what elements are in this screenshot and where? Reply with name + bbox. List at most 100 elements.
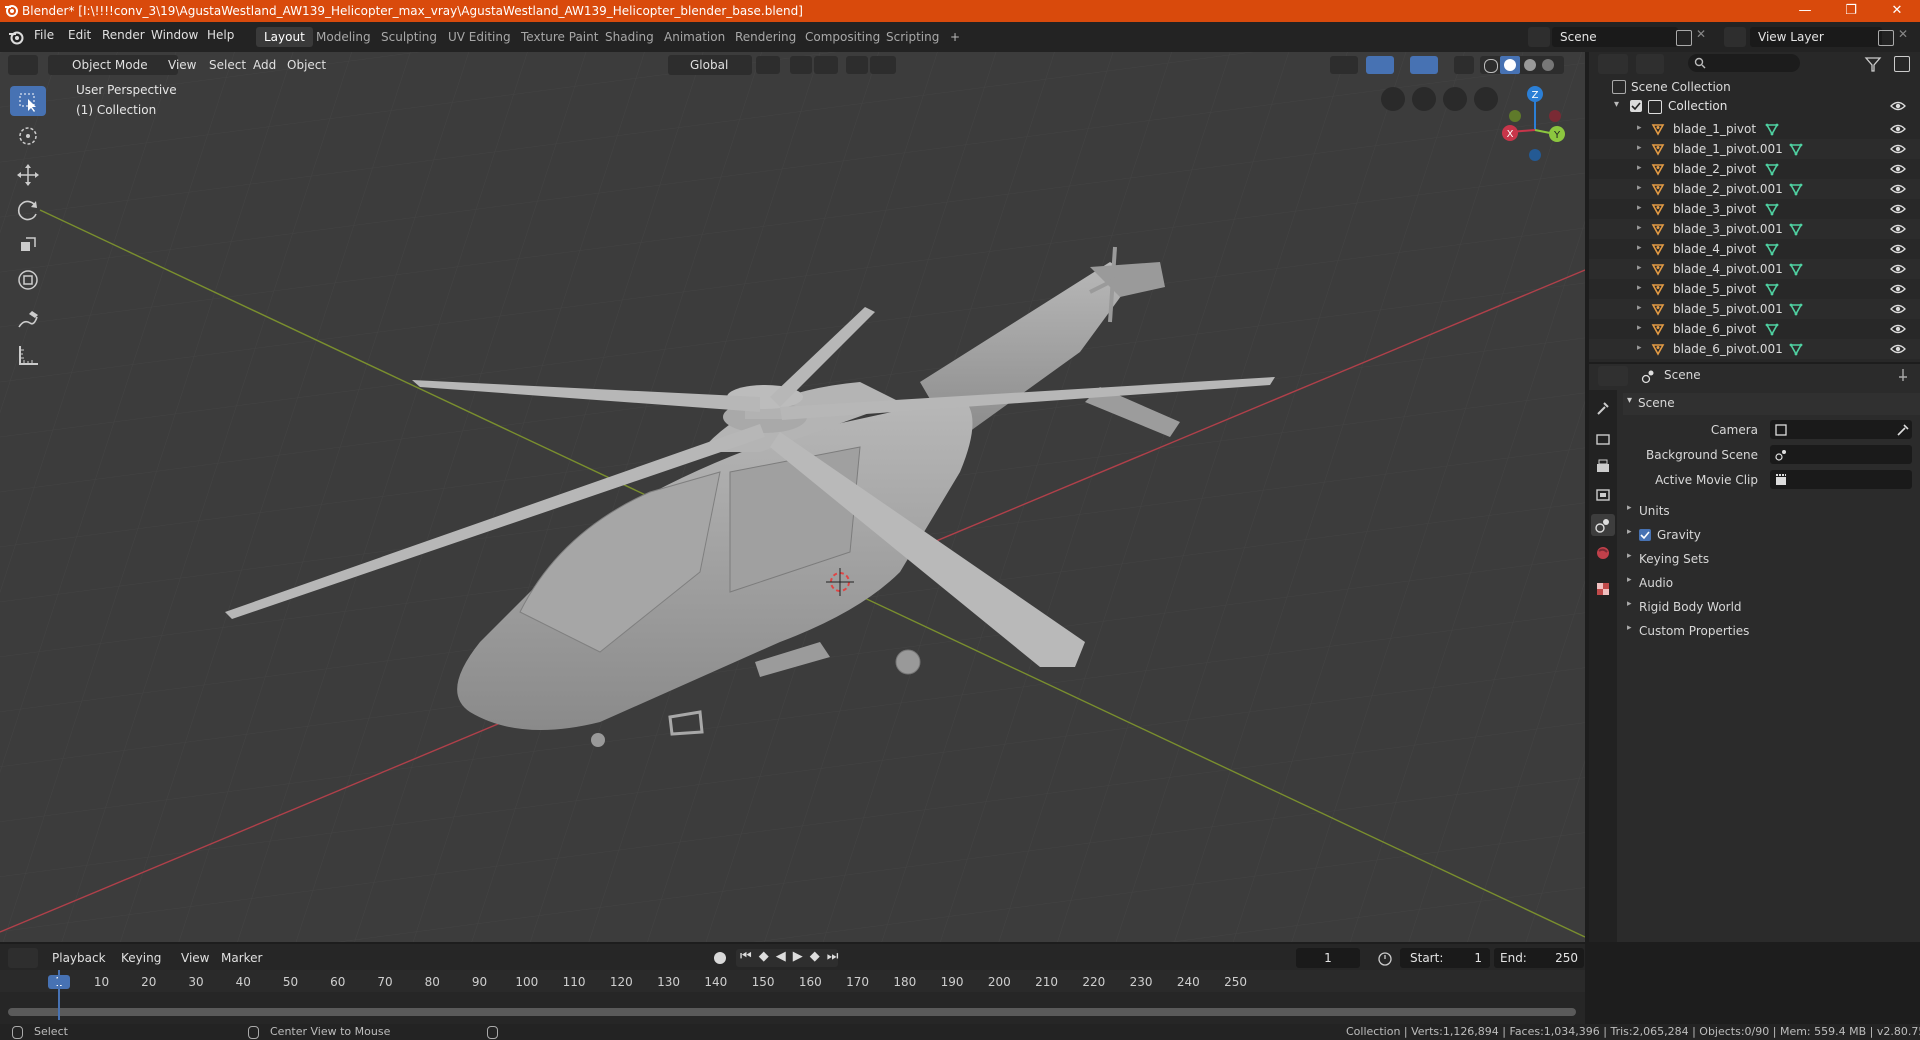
camera-view-icon[interactable] [1412, 87, 1436, 111]
tool-tab-icon[interactable] [1593, 400, 1613, 418]
proportional-editing-icon[interactable] [846, 56, 868, 74]
expand-arrow-icon[interactable]: ▸ [1637, 143, 1642, 153]
scene-selector[interactable]: Scene [1552, 27, 1678, 47]
expand-arrow-icon[interactable]: ▸ [1637, 243, 1642, 253]
timeline-track-area[interactable] [0, 992, 1585, 1008]
display-mode-icon[interactable] [1636, 54, 1664, 74]
object-mode-dropdown[interactable]: Object Mode [48, 55, 178, 75]
snap-target-icon[interactable] [814, 56, 838, 74]
scene-tab-icon[interactable] [1591, 514, 1615, 536]
filter-icon[interactable] [1862, 54, 1888, 74]
remove-scene-icon[interactable]: ✕ [1696, 27, 1706, 41]
jump-start-icon[interactable]: ⏮ [740, 949, 759, 964]
visibility-eye-icon[interactable] [1890, 183, 1906, 195]
property-section-header[interactable]: ▸ Rigid Body World [1623, 596, 1920, 618]
view-layer-browse-icon[interactable] [1724, 27, 1746, 47]
menu-file[interactable]: File [34, 28, 54, 42]
timeline-scrollbar[interactable] [8, 1008, 1576, 1016]
property-section-header[interactable]: ▸ Audio [1623, 572, 1920, 594]
zoom-icon[interactable] [1474, 87, 1498, 111]
play-icon[interactable]: ▶ [793, 949, 810, 964]
outliner-item[interactable]: ▸ blade_2_pivot.001 [1589, 179, 1920, 199]
visibility-eye-icon[interactable] [1890, 223, 1906, 235]
expand-arrow-icon[interactable]: ▸ [1637, 343, 1642, 353]
end-frame-field[interactable]: End: 250 [1494, 948, 1584, 968]
rendered-shading-icon[interactable] [1542, 59, 1554, 71]
menu-render[interactable]: Render [102, 28, 145, 42]
tab-compositing[interactable]: Compositing [797, 27, 888, 47]
outliner-item[interactable]: ▸ blade_1_pivot.001 [1589, 139, 1920, 159]
menu-window[interactable]: Window [151, 28, 198, 42]
expand-arrow-icon[interactable]: ▸ [1637, 183, 1642, 193]
visibility-eye-icon[interactable] [1890, 283, 1906, 295]
xray-toggle-icon[interactable] [1454, 56, 1474, 74]
view-layer-selector[interactable]: View Layer [1750, 27, 1882, 47]
expand-arrow-icon[interactable]: ▸ [1637, 303, 1642, 313]
property-section-header[interactable]: ▸ Gravity [1623, 524, 1920, 546]
world-tab-icon[interactable] [1593, 544, 1613, 562]
toggle-camera-ortho-icon[interactable] [1381, 87, 1405, 111]
tab-rendering[interactable]: Rendering [727, 27, 804, 47]
stopwatch-icon[interactable] [1377, 950, 1393, 966]
remove-view-layer-icon[interactable]: ✕ [1898, 27, 1908, 41]
eyedropper-icon[interactable] [1896, 423, 1910, 437]
pivot-point-icon[interactable] [756, 56, 780, 74]
outliner-item[interactable]: ▸ blade_4_pivot.001 [1589, 259, 1920, 279]
outliner-item[interactable]: ▸ blade_5_pivot [1589, 279, 1920, 299]
expand-arrow-icon[interactable]: ▸ [1637, 323, 1642, 333]
visibility-eye-icon[interactable] [1890, 203, 1906, 215]
measure-tool[interactable] [10, 340, 46, 370]
visibility-eye-icon[interactable] [1890, 163, 1906, 175]
outliner-item[interactable]: ▸ blade_6_pivot [1589, 319, 1920, 339]
viewport-canvas[interactable]: Z X Y [0, 52, 1585, 942]
gravity-checkbox[interactable] [1639, 529, 1651, 541]
outliner-search-input[interactable] [1688, 54, 1800, 72]
visibility-filter-icon[interactable] [1330, 56, 1358, 74]
menu-marker[interactable]: Marker [215, 948, 268, 968]
select-box-tool[interactable] [10, 86, 46, 116]
scale-tool[interactable] [10, 230, 46, 260]
outliner-item[interactable]: ▸ blade_3_pivot.001 [1589, 219, 1920, 239]
texture-tab-icon[interactable] [1593, 580, 1613, 598]
menu-playback[interactable]: Playback [46, 948, 112, 968]
3d-viewport[interactable]: Z X Y User Perspective (1) Collection [0, 52, 1585, 942]
add-workspace-button[interactable]: + [942, 27, 968, 47]
menu-timeline-view[interactable]: View [175, 948, 215, 968]
visibility-eye-icon[interactable] [1890, 323, 1906, 335]
active-movie-clip-field[interactable] [1770, 470, 1912, 489]
scene-collection-label[interactable]: Scene Collection [1631, 80, 1731, 94]
tab-sculpting[interactable]: Sculpting [373, 27, 445, 47]
overlay-toggle-icon[interactable] [1410, 56, 1438, 74]
snap-magnet-icon[interactable] [790, 56, 812, 74]
outliner-item[interactable]: ▸ blade_5_pivot.001 [1589, 299, 1920, 319]
expand-arrow-icon[interactable]: ▸ [1637, 123, 1642, 133]
menu-keying[interactable]: Keying [115, 948, 167, 968]
minimize-button[interactable]: — [1782, 0, 1828, 22]
camera-field[interactable] [1770, 420, 1912, 439]
transform-tool[interactable] [10, 265, 46, 295]
property-section-header[interactable]: ▸ Custom Properties [1623, 620, 1920, 642]
editor-type-icon[interactable] [8, 55, 38, 75]
pan-hand-icon[interactable] [1443, 87, 1467, 111]
move-tool[interactable] [10, 160, 46, 190]
menu-select[interactable]: Select [203, 55, 252, 75]
menu-object[interactable]: Object [281, 55, 332, 75]
visibility-eye-icon[interactable] [1890, 243, 1906, 255]
menu-view[interactable]: View [162, 55, 202, 75]
collection-label[interactable]: Collection [1668, 99, 1727, 113]
collection-expand-icon[interactable]: ▾ [1614, 99, 1619, 110]
new-view-layer-icon[interactable] [1878, 30, 1894, 46]
play-reverse-icon[interactable]: ◀ [776, 949, 793, 964]
expand-arrow-icon[interactable]: ▸ [1637, 223, 1642, 233]
menu-add[interactable]: Add [247, 55, 282, 75]
outliner-item[interactable]: ▸ blade_2_pivot [1589, 159, 1920, 179]
tab-shading[interactable]: Shading [597, 27, 662, 47]
blender-menu-icon[interactable] [8, 29, 24, 45]
falloff-icon[interactable] [870, 56, 896, 74]
visibility-eye-icon[interactable] [1890, 303, 1906, 315]
next-keyframe-icon[interactable]: ◆ [810, 949, 827, 964]
scene-browse-icon[interactable] [1528, 27, 1550, 47]
outliner-item[interactable]: ▸ blade_3_pivot [1589, 199, 1920, 219]
wireframe-shading-icon[interactable] [1484, 59, 1498, 73]
expand-arrow-icon[interactable]: ▸ [1637, 203, 1642, 213]
